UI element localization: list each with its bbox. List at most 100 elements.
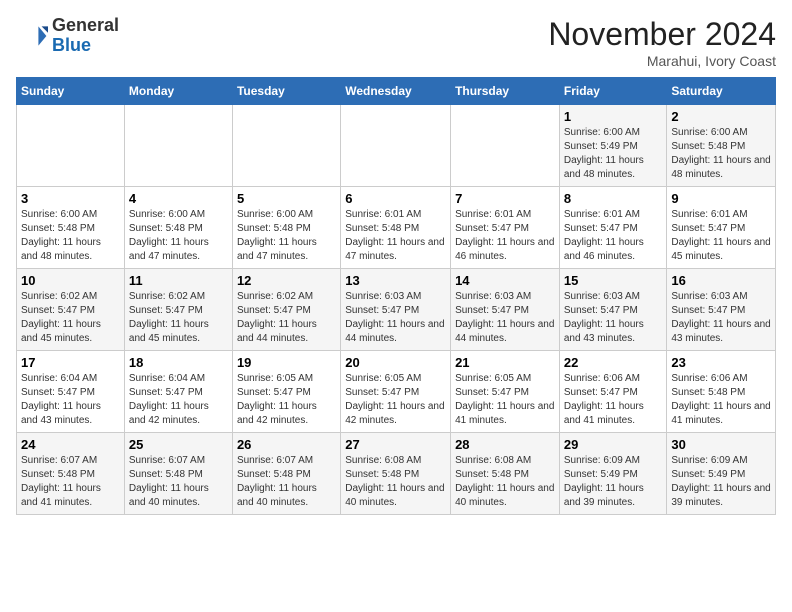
calendar-cell (124, 105, 232, 187)
col-tuesday: Tuesday (232, 78, 340, 105)
day-number: 29 (564, 437, 663, 452)
calendar-cell: 25 Sunrise: 6:07 AM Sunset: 5:48 PM Dayli… (124, 433, 232, 515)
day-number: 25 (129, 437, 228, 452)
day-number: 24 (21, 437, 120, 452)
logo-general: General (52, 16, 119, 36)
day-info: Sunrise: 6:03 AM Sunset: 5:47 PM Dayligh… (564, 290, 663, 346)
day-info: Sunrise: 6:00 AM Sunset: 5:48 PM Dayligh… (21, 208, 120, 264)
logo: General Blue (16, 16, 119, 56)
day-info: Sunrise: 6:05 AM Sunset: 5:47 PM Dayligh… (345, 372, 446, 428)
calendar-cell: 9Sunrise: 6:01 AM Sunset: 5:47 PM Daylig… (667, 187, 776, 269)
calendar-cell: 21 Sunrise: 6:05 AM Sunset: 5:47 PM Dayli… (451, 351, 560, 433)
calendar-cell: 24 Sunrise: 6:07 AM Sunset: 5:48 PM Dayli… (17, 433, 125, 515)
col-saturday: Saturday (667, 78, 776, 105)
calendar-cell: 18Sunrise: 6:04 AM Sunset: 5:47 PM Dayli… (124, 351, 232, 433)
calendar-cell: 13 Sunrise: 6:03 AM Sunset: 5:47 PM Dayli… (341, 269, 451, 351)
logo-icon (16, 20, 48, 52)
header-row: Sunday Monday Tuesday Wednesday Thursday… (17, 78, 776, 105)
calendar-cell: 20Sunrise: 6:05 AM Sunset: 5:47 PM Dayli… (341, 351, 451, 433)
calendar-week-5: 24 Sunrise: 6:07 AM Sunset: 5:48 PM Dayli… (17, 433, 776, 515)
col-thursday: Thursday (451, 78, 560, 105)
calendar-cell: 6 Sunrise: 6:01 AM Sunset: 5:48 PM Daylig… (341, 187, 451, 269)
col-wednesday: Wednesday (341, 78, 451, 105)
calendar-cell: 14Sunrise: 6:03 AM Sunset: 5:47 PM Dayli… (451, 269, 560, 351)
day-number: 5 (237, 191, 336, 206)
day-number: 28 (455, 437, 555, 452)
calendar-cell: 12 Sunrise: 6:02 AM Sunset: 5:47 PM Dayli… (232, 269, 340, 351)
day-info: Sunrise: 6:03 AM Sunset: 5:47 PM Dayligh… (671, 290, 771, 346)
day-number: 8 (564, 191, 663, 206)
day-number: 26 (237, 437, 336, 452)
month-title: November 2024 (548, 16, 776, 53)
calendar-cell: 4Sunrise: 6:00 AM Sunset: 5:48 PM Daylig… (124, 187, 232, 269)
calendar-cell: 17 Sunrise: 6:04 AM Sunset: 5:47 PM Dayli… (17, 351, 125, 433)
day-info: Sunrise: 6:00 AM Sunset: 5:48 PM Dayligh… (671, 126, 771, 182)
calendar-cell (232, 105, 340, 187)
day-info: Sunrise: 6:00 AM Sunset: 5:49 PM Dayligh… (564, 126, 663, 182)
day-number: 4 (129, 191, 228, 206)
day-number: 2 (671, 109, 771, 124)
day-info: Sunrise: 6:07 AM Sunset: 5:48 PM Dayligh… (21, 454, 120, 510)
day-number: 6 (345, 191, 446, 206)
day-info: Sunrise: 6:01 AM Sunset: 5:47 PM Dayligh… (455, 208, 555, 264)
location: Marahui, Ivory Coast (548, 53, 776, 69)
day-number: 18 (129, 355, 228, 370)
day-number: 1 (564, 109, 663, 124)
day-info: Sunrise: 6:01 AM Sunset: 5:48 PM Dayligh… (345, 208, 446, 264)
day-number: 22 (564, 355, 663, 370)
day-number: 19 (237, 355, 336, 370)
calendar-week-3: 10 Sunrise: 6:02 AM Sunset: 5:47 PM Dayli… (17, 269, 776, 351)
calendar-cell: 30Sunrise: 6:09 AM Sunset: 5:49 PM Dayli… (667, 433, 776, 515)
day-info: Sunrise: 6:02 AM Sunset: 5:47 PM Dayligh… (129, 290, 228, 346)
day-info: Sunrise: 6:01 AM Sunset: 5:47 PM Dayligh… (671, 208, 771, 264)
calendar-cell: 19Sunrise: 6:05 AM Sunset: 5:47 PM Dayli… (232, 351, 340, 433)
day-number: 15 (564, 273, 663, 288)
calendar-cell: 3Sunrise: 6:00 AM Sunset: 5:48 PM Daylig… (17, 187, 125, 269)
calendar-cell: 29 Sunrise: 6:09 AM Sunset: 5:49 PM Dayli… (559, 433, 667, 515)
calendar-cell (451, 105, 560, 187)
calendar-cell: 11 Sunrise: 6:02 AM Sunset: 5:47 PM Dayli… (124, 269, 232, 351)
day-info: Sunrise: 6:07 AM Sunset: 5:48 PM Dayligh… (129, 454, 228, 510)
day-info: Sunrise: 6:08 AM Sunset: 5:48 PM Dayligh… (455, 454, 555, 510)
day-info: Sunrise: 6:02 AM Sunset: 5:47 PM Dayligh… (237, 290, 336, 346)
day-info: Sunrise: 6:04 AM Sunset: 5:47 PM Dayligh… (21, 372, 120, 428)
calendar-week-1: 1 Sunrise: 6:00 AM Sunset: 5:49 PM Daylig… (17, 105, 776, 187)
calendar-cell: 16 Sunrise: 6:03 AM Sunset: 5:47 PM Dayli… (667, 269, 776, 351)
day-info: Sunrise: 6:01 AM Sunset: 5:47 PM Dayligh… (564, 208, 663, 264)
calendar-cell: 23 Sunrise: 6:06 AM Sunset: 5:48 PM Dayli… (667, 351, 776, 433)
day-number: 16 (671, 273, 771, 288)
day-number: 10 (21, 273, 120, 288)
logo-text: General Blue (52, 16, 119, 56)
day-number: 13 (345, 273, 446, 288)
day-info: Sunrise: 6:09 AM Sunset: 5:49 PM Dayligh… (671, 454, 771, 510)
day-info: Sunrise: 6:00 AM Sunset: 5:48 PM Dayligh… (237, 208, 336, 264)
calendar-cell: 22Sunrise: 6:06 AM Sunset: 5:47 PM Dayli… (559, 351, 667, 433)
day-number: 23 (671, 355, 771, 370)
calendar-cell (341, 105, 451, 187)
calendar-cell: 10Sunrise: 6:02 AM Sunset: 5:47 PM Dayli… (17, 269, 125, 351)
day-info: Sunrise: 6:06 AM Sunset: 5:48 PM Dayligh… (671, 372, 771, 428)
calendar-cell: 26 Sunrise: 6:07 AM Sunset: 5:48 PM Dayli… (232, 433, 340, 515)
col-monday: Monday (124, 78, 232, 105)
day-info: Sunrise: 6:05 AM Sunset: 5:47 PM Dayligh… (455, 372, 555, 428)
calendar-week-4: 17 Sunrise: 6:04 AM Sunset: 5:47 PM Dayli… (17, 351, 776, 433)
day-info: Sunrise: 6:08 AM Sunset: 5:48 PM Dayligh… (345, 454, 446, 510)
calendar-cell (17, 105, 125, 187)
day-info: Sunrise: 6:07 AM Sunset: 5:48 PM Dayligh… (237, 454, 336, 510)
calendar-cell: 15 Sunrise: 6:03 AM Sunset: 5:47 PM Dayli… (559, 269, 667, 351)
day-number: 21 (455, 355, 555, 370)
page-header: General Blue November 2024 Marahui, Ivor… (16, 16, 776, 69)
day-number: 17 (21, 355, 120, 370)
day-number: 7 (455, 191, 555, 206)
calendar-cell: 2 Sunrise: 6:00 AM Sunset: 5:48 PM Daylig… (667, 105, 776, 187)
day-number: 12 (237, 273, 336, 288)
calendar-table: Sunday Monday Tuesday Wednesday Thursday… (16, 77, 776, 515)
col-sunday: Sunday (17, 78, 125, 105)
day-info: Sunrise: 6:03 AM Sunset: 5:47 PM Dayligh… (345, 290, 446, 346)
day-info: Sunrise: 6:03 AM Sunset: 5:47 PM Dayligh… (455, 290, 555, 346)
day-info: Sunrise: 6:09 AM Sunset: 5:49 PM Dayligh… (564, 454, 663, 510)
title-section: November 2024 Marahui, Ivory Coast (548, 16, 776, 69)
day-number: 11 (129, 273, 228, 288)
calendar-cell: 1 Sunrise: 6:00 AM Sunset: 5:49 PM Daylig… (559, 105, 667, 187)
calendar-cell: 8 Sunrise: 6:01 AM Sunset: 5:47 PM Daylig… (559, 187, 667, 269)
